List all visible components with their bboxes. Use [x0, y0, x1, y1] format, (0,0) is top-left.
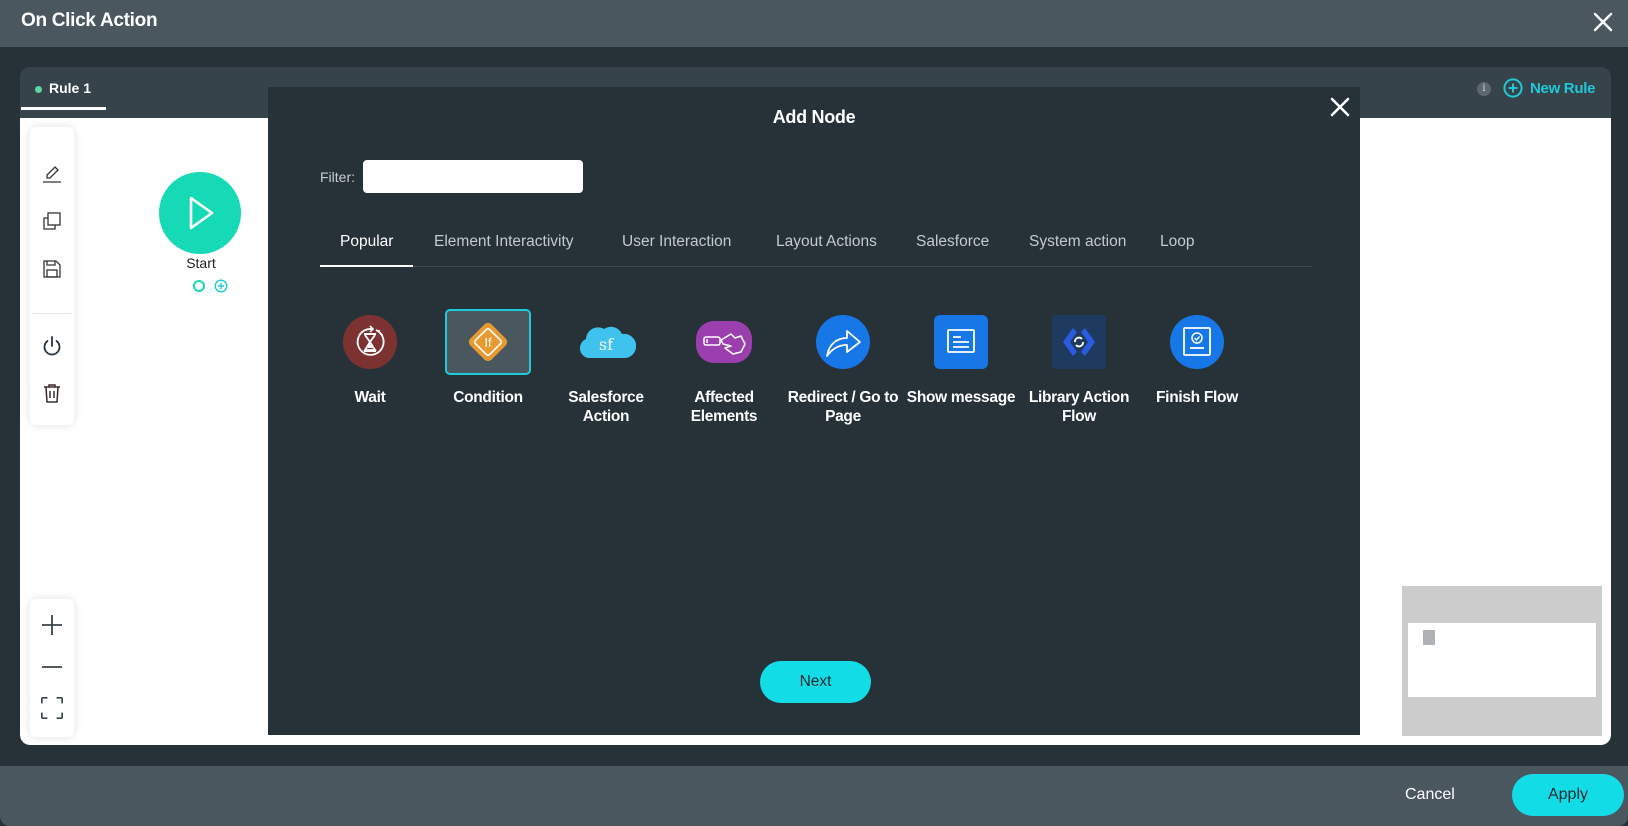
- copy-icon: [43, 212, 61, 230]
- new-rule-label: New Rule: [1530, 79, 1596, 97]
- tab-label: Popular: [340, 233, 394, 250]
- svg-text:If: If: [484, 335, 492, 350]
- tab-user-interaction[interactable]: User Interaction: [622, 227, 731, 267]
- zoom-out-button[interactable]: [40, 655, 64, 679]
- start-node-label: Start: [186, 255, 216, 271]
- share-arrow-icon: [816, 315, 870, 369]
- node-icon-box: [327, 309, 413, 375]
- add-node-button[interactable]: [214, 279, 228, 293]
- node-label: Affected Elements: [690, 389, 758, 425]
- if-diamond-icon: If: [468, 322, 508, 362]
- info-icon[interactable]: i: [1477, 82, 1491, 96]
- edit-button[interactable]: [40, 162, 64, 186]
- new-rule-button[interactable]: New Rule: [1503, 77, 1595, 99]
- start-node[interactable]: [159, 172, 241, 254]
- cancel-button[interactable]: Cancel: [1405, 786, 1455, 804]
- zoom-in-button[interactable]: [40, 613, 64, 637]
- delete-button[interactable]: [40, 381, 64, 405]
- tab-label: Layout Actions: [776, 233, 877, 250]
- node-label: Redirect / Go to Page: [787, 389, 899, 425]
- message-icon: [934, 315, 988, 369]
- tab-label: User Interaction: [622, 233, 732, 250]
- active-tab-indicator: [21, 107, 106, 110]
- plus-circle-icon: [1503, 78, 1523, 98]
- close-icon: [1330, 97, 1350, 117]
- save-button[interactable]: [40, 257, 64, 281]
- tab-label: Element Interactivity: [434, 233, 574, 250]
- active-tab-indicator: [320, 265, 414, 267]
- dialog-footer: Cancel Apply: [0, 766, 1628, 826]
- hourglass-icon: [343, 315, 397, 369]
- tab-salesforce[interactable]: Salesforce: [916, 227, 989, 267]
- rule-tab-label: Rule 1: [49, 80, 92, 96]
- pencil-icon: [43, 166, 61, 183]
- toggle-rule-button[interactable]: [40, 334, 64, 358]
- minimap-node: [1423, 630, 1435, 645]
- filter-label: Filter:: [320, 169, 355, 185]
- node-icon-box: [1036, 309, 1122, 375]
- svg-text:sf: sf: [599, 335, 614, 354]
- tab-label: Salesforce: [916, 233, 990, 250]
- salesforce-cloud-icon: sf: [579, 326, 636, 358]
- tab-layout-actions[interactable]: Layout Actions: [776, 227, 877, 267]
- node-label: Wait: [354, 389, 386, 406]
- node-label: Salesforce Action: [568, 389, 644, 425]
- finish-flow-icon: [1170, 315, 1224, 369]
- rule-status-dot: [35, 86, 42, 93]
- minimap[interactable]: [1402, 586, 1602, 736]
- zoom-in-icon: [42, 615, 62, 635]
- add-node-modal: Add Node Filter: Popular Element Interac…: [268, 87, 1360, 735]
- modal-title: Add Node: [772, 107, 856, 127]
- canvas-toolbar: [30, 127, 74, 425]
- power-icon: [43, 336, 61, 356]
- node-label: Finish Flow: [1156, 389, 1238, 406]
- tab-label: Loop: [1160, 233, 1195, 250]
- tab-label: System action: [1029, 233, 1127, 250]
- minimap-viewport[interactable]: [1408, 623, 1596, 697]
- library-flow-icon: [1052, 315, 1106, 369]
- zoom-controls: [30, 599, 74, 737]
- tab-loop[interactable]: Loop: [1160, 227, 1194, 267]
- next-button[interactable]: Next: [760, 661, 871, 703]
- node-icon-box: [918, 309, 1004, 375]
- toolbar-divider: [33, 313, 71, 314]
- close-icon: [1593, 12, 1613, 32]
- dialog-title: On Click Action: [21, 10, 158, 31]
- tab-system-action[interactable]: System action: [1029, 227, 1126, 267]
- node-icon-box: sf: [563, 309, 649, 375]
- node-label: Show message: [906, 389, 1016, 406]
- rule-tab-1[interactable]: Rule 1: [20, 67, 106, 110]
- tab-popular[interactable]: Popular: [320, 227, 414, 267]
- close-dialog-button[interactable]: [1590, 9, 1616, 35]
- node-icon-box: [681, 309, 767, 375]
- start-output-port[interactable]: [193, 280, 205, 292]
- filter-input[interactable]: [363, 160, 583, 193]
- fit-screen-button[interactable]: [40, 696, 64, 720]
- modal-close-button[interactable]: [1328, 95, 1352, 119]
- trash-icon: [44, 384, 60, 403]
- node-label: Library Action Flow: [1028, 389, 1130, 425]
- zoom-out-icon: [42, 666, 62, 668]
- node-category-tabs: Popular Element Interactivity User Inter…: [320, 227, 1312, 267]
- node-icon-box: If: [445, 309, 531, 375]
- play-icon: [189, 196, 214, 230]
- node-grid: Wait If Condition sf Salesforce Action A…: [268, 309, 1360, 439]
- node-icon-box: [800, 309, 886, 375]
- tab-element-interactivity[interactable]: Element Interactivity: [434, 227, 574, 267]
- node-icon-box: [1154, 309, 1240, 375]
- duplicate-button[interactable]: [40, 209, 64, 233]
- apply-button[interactable]: Apply: [1512, 774, 1624, 816]
- fit-screen-icon: [41, 697, 63, 719]
- node-label: Condition: [453, 389, 523, 406]
- hand-pointer-icon: [696, 321, 752, 363]
- save-icon: [43, 260, 61, 278]
- plus-circle-icon: [214, 279, 228, 293]
- dialog-header: On Click Action: [0, 0, 1628, 47]
